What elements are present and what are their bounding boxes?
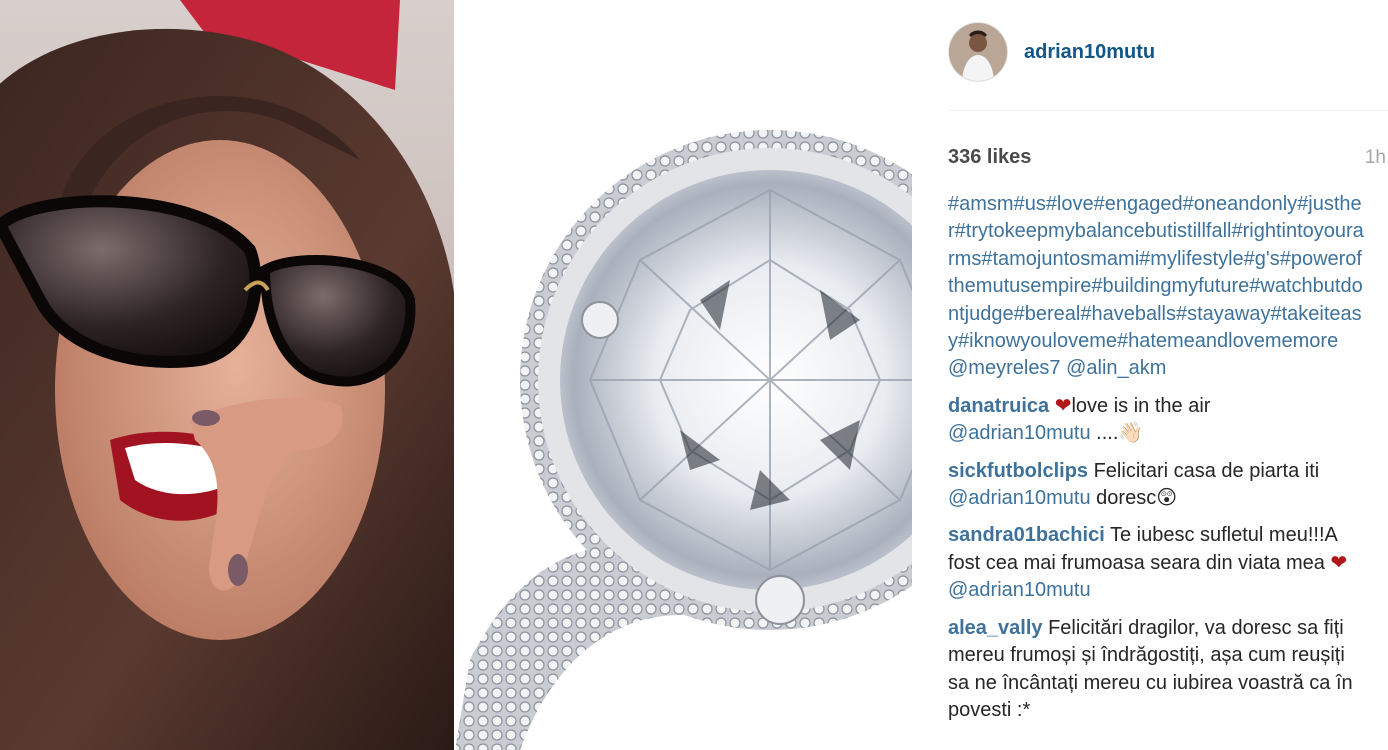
comment-author[interactable]: danatruica (948, 395, 1049, 417)
caption-hashtags[interactable]: #amsm#us#love#engaged#oneandonly#justher… (948, 193, 1364, 352)
selfie-image (0, 0, 455, 750)
header-divider (948, 110, 1388, 111)
comments-list: #amsm#us#love#engaged#oneandonly#justher… (948, 191, 1366, 734)
ring-image (455, 0, 912, 750)
comment-item: sandra01bachici Te iubesc sufletul meu!!… (948, 522, 1366, 604)
comment-mention[interactable]: @adrian10mutu (948, 579, 1091, 601)
comment-mention[interactable]: @adrian10mutu (948, 487, 1091, 509)
comment-text-trailing: doresc😲 (1090, 487, 1178, 510)
comment-text: Felicitari casa de piarta iti (1088, 459, 1320, 482)
comment-mention[interactable]: @adrian10mutu (948, 422, 1091, 444)
comment-author[interactable]: sickfutbolclips (948, 460, 1088, 482)
post-timestamp[interactable]: 1h (1365, 147, 1386, 169)
post-side-panel: adrian10mutu 336 likes 1h #amsm#us#love#… (912, 0, 1388, 750)
comment-author[interactable]: alea_vally (948, 617, 1043, 639)
username-link[interactable]: adrian10mutu (1024, 41, 1155, 64)
post-caption: #amsm#us#love#engaged#oneandonly#justher… (948, 191, 1366, 383)
avatar[interactable] (948, 22, 1008, 82)
caption-mentions[interactable]: @meyreles7 @alin_akm (948, 357, 1166, 379)
post-header: adrian10mutu (948, 22, 1155, 82)
heart-icon: ❤ (1054, 394, 1072, 417)
comment-text-trailing: ....👋🏻 (1090, 422, 1144, 445)
comment-author[interactable]: sandra01bachici (948, 524, 1105, 546)
heart-icon: ❤ (1330, 551, 1348, 574)
likes-count[interactable]: 336 likes (948, 146, 1031, 169)
comment-item: danatruica ❤love is in the air @adrian10… (948, 393, 1366, 448)
comment-item: alea_vally Felicitări dragilor, va dores… (948, 615, 1366, 725)
post-photo[interactable] (0, 0, 912, 750)
comment-item: sickfutbolclips Felicitari casa de piart… (948, 458, 1366, 513)
comment-text: love is in the air (1071, 394, 1211, 417)
post-stats: 336 likes 1h (948, 146, 1386, 169)
